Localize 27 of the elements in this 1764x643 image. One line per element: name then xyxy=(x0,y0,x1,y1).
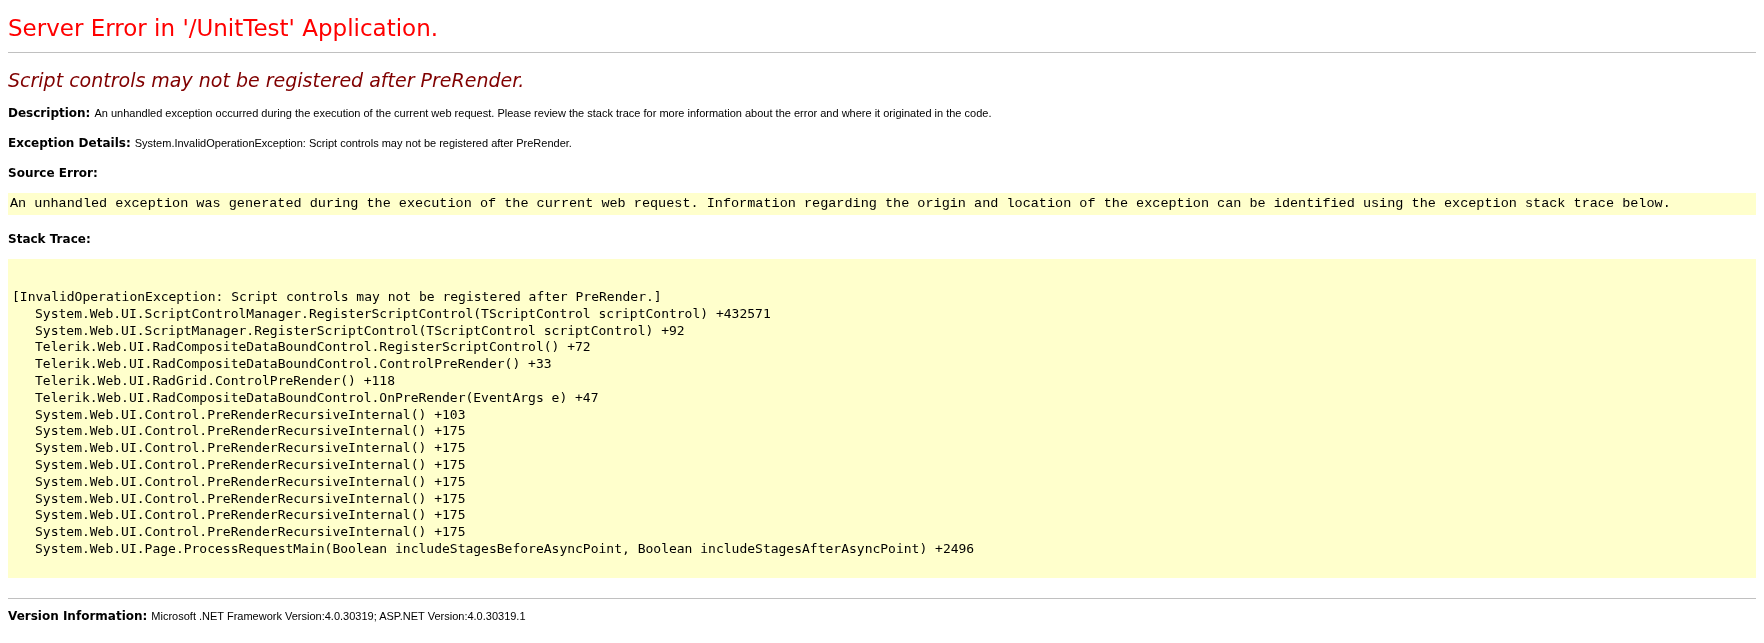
exception-details-text: System.InvalidOperationException: Script controls may not be registered after PreRender. xyxy=(134,136,572,151)
version-label: Version Information: xyxy=(8,607,148,625)
stack-frame: System.Web.UI.Control.PreRenderRecursiveInternal() +175 xyxy=(12,456,466,474)
stack-frame: Telerik.Web.UI.RadGrid.ControlPreRender() +118 xyxy=(12,373,396,390)
stack-frame: Telerik.Web.UI.RadCompositeDataBoundControl.ControlPreRender() +33 xyxy=(12,356,552,373)
stack-trace-label: Stack Trace: xyxy=(8,231,92,248)
source-error-panel: An unhandled exception was generated during the execution of the current web request. Information regarding the origin and location of the exception can be identified using the exception stack trace below. xyxy=(8,193,1756,215)
stack-frame: System.Web.UI.ScriptManager.RegisterScriptControl(TScriptControl scriptControl) +92 xyxy=(12,322,685,340)
stack-frame: Telerik.Web.UI.RadCompositeDataBoundControl.RegisterScriptControl() +72 xyxy=(12,339,591,357)
version-text: Microsoft .NET Framework Version:4.0.30319; ASP.NET Version:4.0.30319.1 xyxy=(151,608,526,624)
stack-frame: System.Web.UI.ScriptControlManager.RegisterScriptControl(TScriptControl scriptControl) +432571 xyxy=(12,305,771,323)
error-message: Script controls may not be registered after PreRender. xyxy=(8,68,526,93)
stack-frame: System.Web.UI.Control.PreRenderRecursiveInternal() +175 xyxy=(12,473,466,491)
stack-frame: System.Web.UI.Control.PreRenderRecursiveInternal() +175 xyxy=(12,423,466,441)
source-error-label: Source Error: xyxy=(8,165,99,182)
exception-details-label: Exception Details: xyxy=(8,135,131,152)
exception-line: [InvalidOperationException: Script controls may not be registered after PreRender.] xyxy=(12,289,662,306)
stack-frame: System.Web.UI.Control.PreRenderRecursiveInternal() +175 xyxy=(12,490,466,508)
stack-frame: Telerik.Web.UI.RadCompositeDataBoundControl.OnPreRender(EventArgs e) +47 xyxy=(12,389,599,407)
stack-frame: System.Web.UI.Control.PreRenderRecursiveInternal() +103 xyxy=(12,406,466,424)
stack-frame: System.Web.UI.Page.ProcessRequestMain(Boolean includeStagesBeforeAsyncPoint, Boolean includeStagesAfterAsyncPoint) +2496 xyxy=(12,540,975,558)
description-text: An unhandled exception occurred during the execution of the current web request. Please review the stack trace for more information about the error and where it originated in the code. xyxy=(94,106,992,121)
description-label: Description: xyxy=(8,105,91,122)
page-title: Server Error in '/UnitTest' Application. xyxy=(8,14,440,43)
stack-frame: System.Web.UI.Control.PreRenderRecursiveInternal() +175 xyxy=(12,440,466,457)
stack-frame: System.Web.UI.Control.PreRenderRecursiveInternal() +175 xyxy=(12,507,466,525)
stack-frame: System.Web.UI.Control.PreRenderRecursiveInternal() +175 xyxy=(12,524,466,541)
